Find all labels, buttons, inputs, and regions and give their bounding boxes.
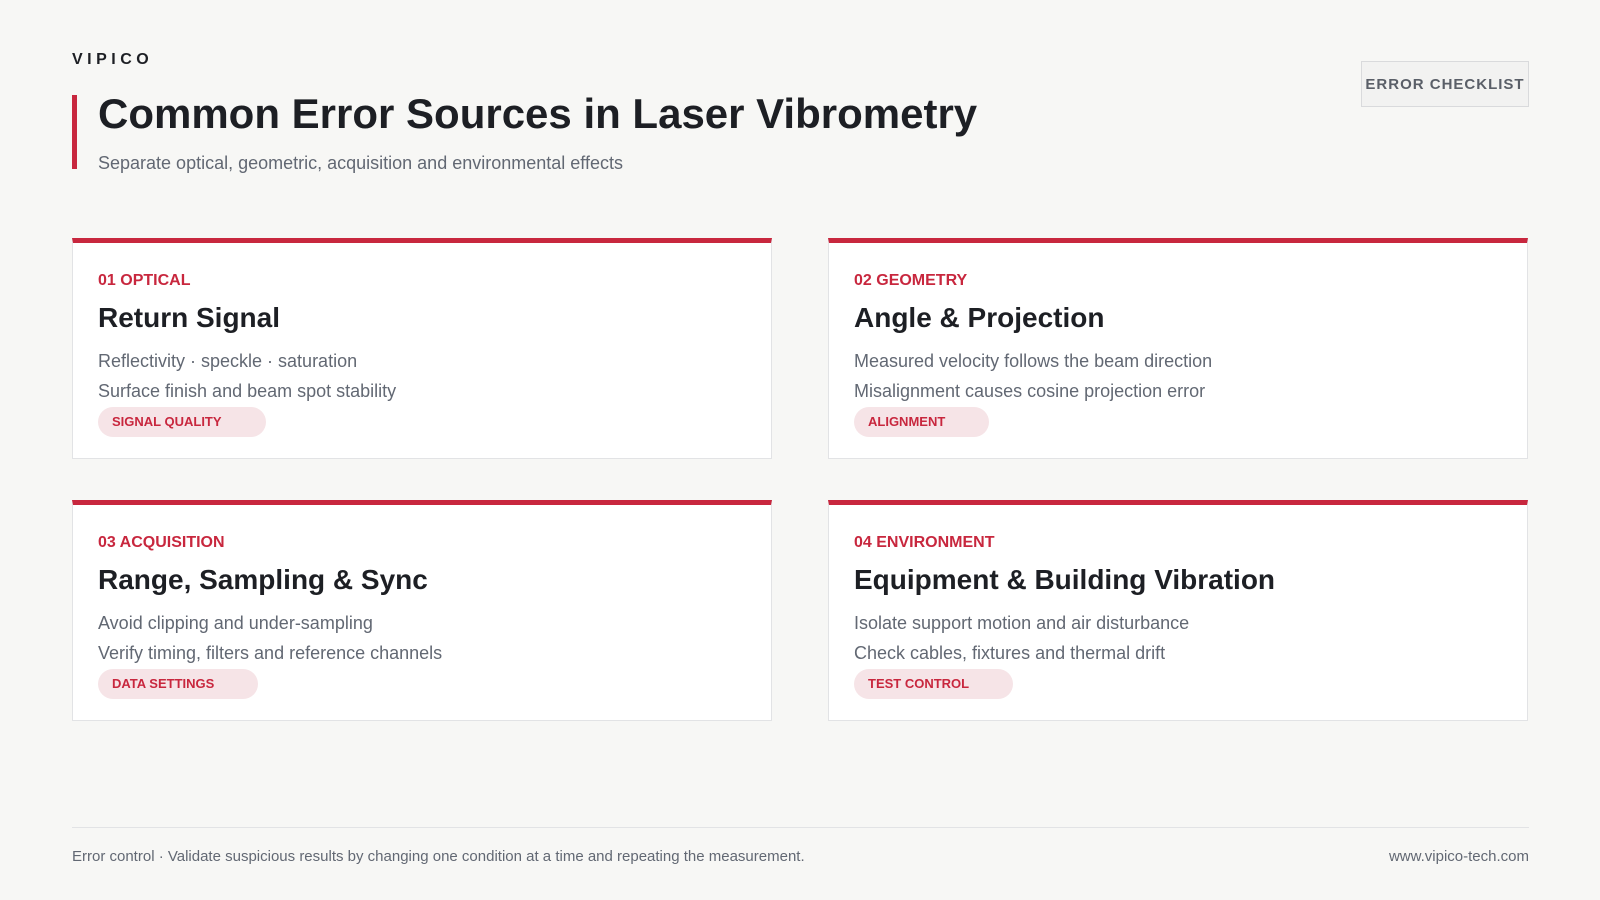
footer-divider — [72, 827, 1529, 828]
card-title: Equipment & Building Vibration — [854, 564, 1276, 595]
card-kicker: 02 GEOMETRY — [854, 272, 968, 289]
card-line: Measured velocity follows the beam direc… — [854, 351, 1213, 371]
card-line: Check cables, fixtures and thermal drift — [854, 643, 1166, 663]
card-kicker: 04 ENVIRONMENT — [854, 534, 995, 551]
card-kicker: 01 OPTICAL — [98, 272, 191, 289]
card-line: Isolate support motion and air disturban… — [854, 613, 1190, 633]
card-tag: SIGNAL QUALITY — [98, 407, 266, 437]
card-line: Misalignment causes cosine projection er… — [854, 381, 1206, 401]
title-block: Common Error Sources in Laser Vibrometry… — [72, 90, 978, 173]
card-description: Isolate support motion and air disturban… — [854, 608, 1502, 668]
page-title: Common Error Sources in Laser Vibrometry — [98, 90, 978, 137]
card-title: Return Signal — [98, 302, 281, 333]
card-title: Range, Sampling & Sync — [98, 564, 428, 595]
card-line: Surface finish and beam spot stability — [98, 381, 397, 401]
footer-url: www.vipico-tech.com — [1388, 848, 1529, 865]
card-optical: 01 OPTICAL Return Signal Reflectivity · … — [72, 238, 772, 459]
card-geometry: 02 GEOMETRY Angle & Projection Measured … — [828, 238, 1528, 459]
card-environment: 04 ENVIRONMENT Equipment & Building Vibr… — [828, 500, 1528, 721]
card-line: Avoid clipping and under-sampling — [98, 613, 373, 633]
card-line: Verify timing, filters and reference cha… — [98, 643, 443, 663]
card-description: Measured velocity follows the beam direc… — [854, 346, 1502, 406]
page-subtitle: Separate optical, geometric, acquisition… — [98, 153, 623, 173]
card-description: Avoid clipping and under-sampling Verify… — [98, 608, 746, 668]
card-kicker: 03 ACQUISITION — [98, 534, 225, 551]
card-tag: DATA SETTINGS — [98, 669, 259, 699]
card-title: Angle & Projection — [854, 302, 1105, 333]
brand-logo: VIPICO — [72, 51, 154, 68]
error-checklist-button[interactable]: ERROR CHECKLIST — [1361, 61, 1529, 107]
card-tag: ALIGNMENT — [854, 407, 990, 437]
card-description: Reflectivity · speckle · saturation Surf… — [98, 346, 746, 406]
card-acquisition: 03 ACQUISITION Range, Sampling & Sync Av… — [72, 500, 772, 721]
footer-note: Error control · Validate suspicious resu… — [72, 848, 805, 865]
card-line: Reflectivity · speckle · saturation — [98, 351, 358, 371]
card-tag: TEST CONTROL — [854, 669, 1014, 699]
